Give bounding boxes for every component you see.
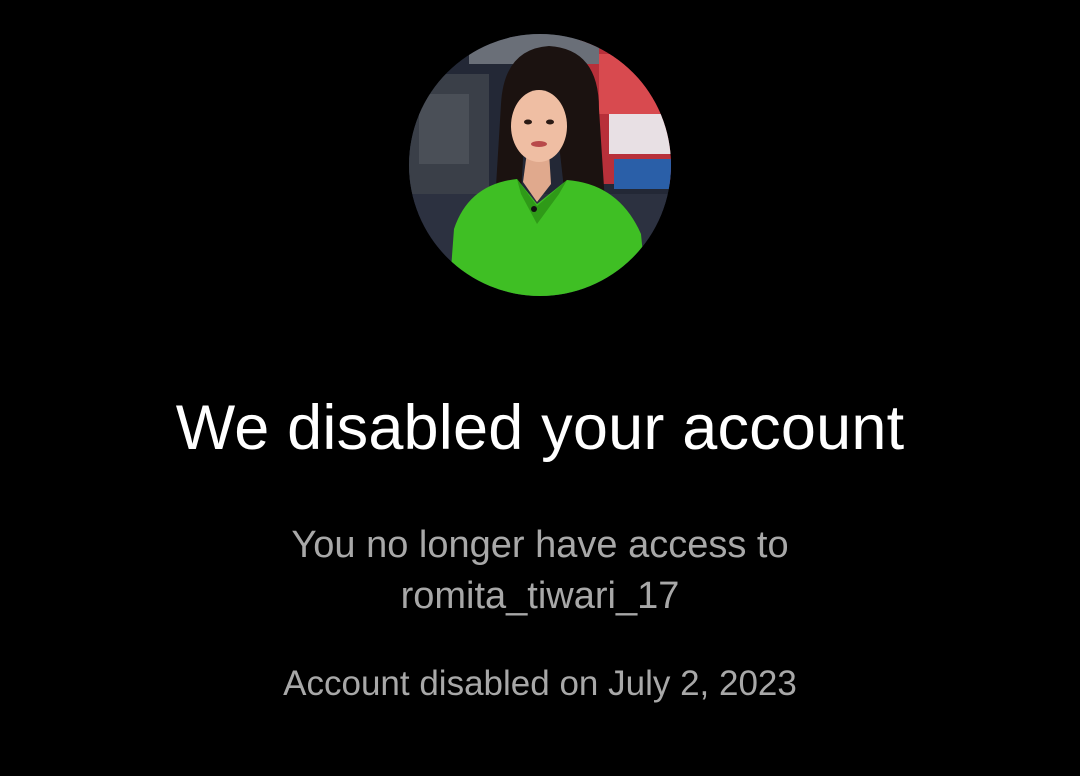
access-message-line: You no longer have access to xyxy=(291,524,789,566)
username-label: romita_tiwari_17 xyxy=(400,575,680,617)
profile-photo-icon xyxy=(409,34,671,296)
disabled-date: Account disabled on July 2, 2023 xyxy=(283,664,797,703)
page-title: We disabled your account xyxy=(175,393,905,463)
profile-avatar xyxy=(409,34,671,296)
access-message: You no longer have access to romita_tiwa… xyxy=(180,520,900,622)
disabled-account-screen: We disabled your account You no longer h… xyxy=(0,0,1080,776)
